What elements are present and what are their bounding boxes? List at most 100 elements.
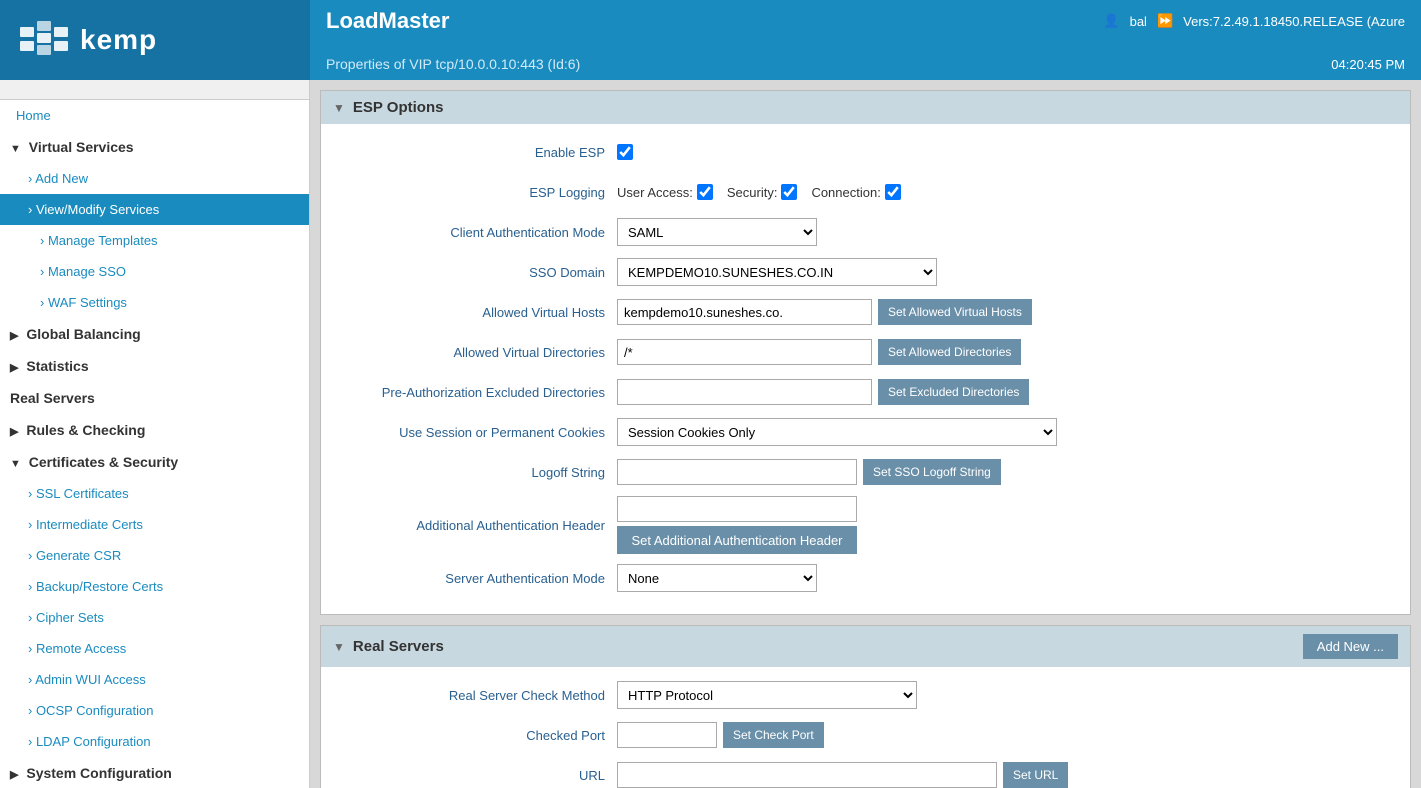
logging-security-checkbox[interactable] — [781, 184, 797, 200]
enable-esp-row: Enable ESP — [337, 136, 1394, 168]
collapse-arrow-stats: ▶ — [10, 361, 18, 374]
logging-checkboxes: User Access: Security: Connection: — [617, 184, 901, 200]
sidebar-item-cipher-sets[interactable]: › Cipher Sets — [0, 602, 309, 633]
sidebar-item-manage-sso[interactable]: › Manage SSO — [0, 256, 309, 287]
logging-user-access-checkbox[interactable] — [697, 184, 713, 200]
set-additional-auth-btn[interactable]: Set Additional Authentication Header — [617, 526, 857, 554]
enable-esp-checkbox[interactable] — [617, 144, 633, 160]
username: bal — [1130, 14, 1147, 29]
use-session-cookies-label: Use Session or Permanent Cookies — [337, 425, 617, 440]
logging-user-access-text: User Access: — [617, 185, 693, 200]
sidebar-section-rules-checking[interactable]: ▶ Rules & Checking — [0, 414, 309, 446]
version-info: Vers:7.2.49.1.18450.RELEASE (Azure — [1183, 14, 1405, 29]
sidebar-item-ssl-certs[interactable]: › SSL Certificates — [0, 478, 309, 509]
sidebar-item-generate-csr[interactable]: › Generate CSR — [0, 540, 309, 571]
check-method-label: Real Server Check Method — [337, 688, 617, 703]
allowed-virtual-dirs-label: Allowed Virtual Directories — [337, 345, 617, 360]
collapse-arrow-rc: ▶ — [10, 425, 18, 438]
top-header: kemp LoadMaster 👤 bal ⏩ Vers:7.2.49.1.18… — [0, 0, 1421, 80]
allowed-virtual-hosts-control: Set Allowed Virtual Hosts — [617, 299, 1394, 325]
check-method-row: Real Server Check Method HTTP Protocol T… — [337, 679, 1394, 711]
logging-security-item: Security: — [727, 184, 798, 200]
sidebar-section-certs-security[interactable]: ▼ Certificates & Security — [0, 446, 309, 478]
sso-domain-label: SSO Domain — [337, 265, 617, 280]
use-session-cookies-row: Use Session or Permanent Cookies Session… — [337, 416, 1394, 448]
logo-text: kemp — [80, 24, 157, 56]
logoff-string-input[interactable] — [617, 459, 857, 485]
esp-collapse-arrow[interactable]: ▼ — [333, 101, 345, 115]
allowed-virtual-hosts-input[interactable] — [617, 299, 872, 325]
set-url-btn[interactable]: Set URL — [1003, 762, 1068, 788]
current-time: 04:20:45 PM — [1331, 57, 1405, 72]
additional-auth-header-control: Set Additional Authentication Header — [617, 496, 1394, 554]
esp-options-body: Enable ESP ESP Logging User Access: — [321, 124, 1410, 614]
collapse-arrow-sc: ▶ — [10, 768, 18, 781]
server-auth-mode-label: Server Authentication Mode — [337, 571, 617, 586]
additional-auth-header-input[interactable] — [617, 496, 857, 522]
client-auth-mode-select[interactable]: SAML Form Based Basic NTLM Kerberos None — [617, 218, 817, 246]
server-auth-mode-select[interactable]: None SAML Form Based Basic — [617, 564, 817, 592]
additional-auth-header-label: Additional Authentication Header — [337, 518, 617, 533]
set-allowed-virtual-hosts-btn[interactable]: Set Allowed Virtual Hosts — [878, 299, 1032, 325]
check-method-select[interactable]: HTTP Protocol TCP ICMP None HTTP HTTPS F… — [617, 681, 917, 709]
server-auth-mode-row: Server Authentication Mode None SAML For… — [337, 562, 1394, 594]
real-servers-title: Real Servers — [353, 638, 444, 655]
allowed-virtual-dirs-row: Allowed Virtual Directories Set Allowed … — [337, 336, 1394, 368]
sso-domain-control: KEMPDEMO10.SUNESHES.CO.IN — [617, 258, 1394, 286]
client-auth-mode-label: Client Authentication Mode — [337, 225, 617, 240]
preauth-excluded-dirs-label: Pre-Authorization Excluded Directories — [337, 385, 617, 400]
url-input[interactable] — [617, 762, 997, 788]
sidebar-item-view-modify[interactable]: › View/Modify Services — [0, 194, 309, 225]
sidebar-item-ocsp-configuration[interactable]: › OCSP Configuration — [0, 695, 309, 726]
sidebar-item-remote-access[interactable]: › Remote Access — [0, 633, 309, 664]
preauth-excluded-dirs-control: Set Excluded Directories — [617, 379, 1394, 405]
sidebar-item-backup-restore-certs[interactable]: › Backup/Restore Certs — [0, 571, 309, 602]
sidebar-section-virtual-services[interactable]: ▼ Virtual Services — [0, 131, 309, 163]
set-check-port-btn[interactable]: Set Check Port — [723, 722, 824, 748]
set-allowed-dirs-btn[interactable]: Set Allowed Directories — [878, 339, 1021, 365]
sso-domain-select[interactable]: KEMPDEMO10.SUNESHES.CO.IN — [617, 258, 937, 286]
sidebar-item-manage-templates[interactable]: › Manage Templates — [0, 225, 309, 256]
sidebar-item-home[interactable]: Home — [0, 100, 309, 131]
check-method-control: HTTP Protocol TCP ICMP None HTTP HTTPS F… — [617, 681, 1394, 709]
allowed-virtual-dirs-control: Set Allowed Directories — [617, 339, 1394, 365]
additional-auth-header-row: Additional Authentication Header Set Add… — [337, 496, 1394, 554]
sidebar-item-real-servers[interactable]: Real Servers — [0, 382, 309, 414]
sidebar-item-ldap-configuration[interactable]: › LDAP Configuration — [0, 726, 309, 757]
page-subtitle: Properties of VIP tcp/10.0.0.10:443 (Id:… — [326, 56, 580, 72]
logging-connection-text: Connection: — [811, 185, 880, 200]
checked-port-control: Set Check Port — [617, 722, 1394, 748]
logging-connection-checkbox[interactable] — [885, 184, 901, 200]
allowed-virtual-hosts-row: Allowed Virtual Hosts Set Allowed Virtua… — [337, 296, 1394, 328]
allowed-virtual-dirs-input[interactable] — [617, 339, 872, 365]
add-new-rs-btn[interactable]: Add New ... — [1303, 634, 1398, 659]
allowed-virtual-hosts-label: Allowed Virtual Hosts — [337, 305, 617, 320]
logo-area: kemp — [0, 0, 310, 80]
rs-collapse-arrow[interactable]: ▼ — [333, 640, 345, 654]
sidebar-section-system-configuration[interactable]: ▶ System Configuration — [0, 757, 309, 788]
sidebar-item-add-new[interactable]: › Add New — [0, 163, 309, 194]
url-label: URL — [337, 768, 617, 783]
logoff-string-control: Set SSO Logoff String — [617, 459, 1394, 485]
sidebar-item-waf-settings[interactable]: › WAF Settings — [0, 287, 309, 318]
forward-icon[interactable]: ⏩ — [1157, 13, 1173, 29]
checked-port-input[interactable] — [617, 722, 717, 748]
sidebar-item-intermediate-certs[interactable]: › Intermediate Certs — [0, 509, 309, 540]
app-title: LoadMaster — [326, 8, 449, 34]
logging-user-access-item: User Access: — [617, 184, 713, 200]
set-excluded-dirs-btn[interactable]: Set Excluded Directories — [878, 379, 1029, 405]
esp-options-title: ESP Options — [353, 99, 444, 116]
url-control: Set URL — [617, 762, 1394, 788]
client-auth-mode-control: SAML Form Based Basic NTLM Kerberos None — [617, 218, 1394, 246]
preauth-excluded-dirs-input[interactable] — [617, 379, 872, 405]
header-meta: 👤 bal ⏩ Vers:7.2.49.1.18450.RELEASE (Azu… — [1103, 13, 1405, 29]
sidebar-item-admin-wui-access[interactable]: › Admin WUI Access — [0, 664, 309, 695]
use-session-cookies-select[interactable]: Session Cookies Only Permanent Cookies N… — [617, 418, 1057, 446]
esp-options-panel: ▼ ESP Options Enable ESP ESP Logging — [320, 90, 1411, 615]
set-sso-logoff-btn[interactable]: Set SSO Logoff String — [863, 459, 1001, 485]
sidebar-section-statistics[interactable]: ▶ Statistics — [0, 350, 309, 382]
preauth-excluded-dirs-row: Pre-Authorization Excluded Directories S… — [337, 376, 1394, 408]
collapse-arrow-gb: ▶ — [10, 329, 18, 342]
sidebar: Home ▼ Virtual Services › Add New › View… — [0, 80, 310, 788]
sidebar-section-global-balancing[interactable]: ▶ Global Balancing — [0, 318, 309, 350]
